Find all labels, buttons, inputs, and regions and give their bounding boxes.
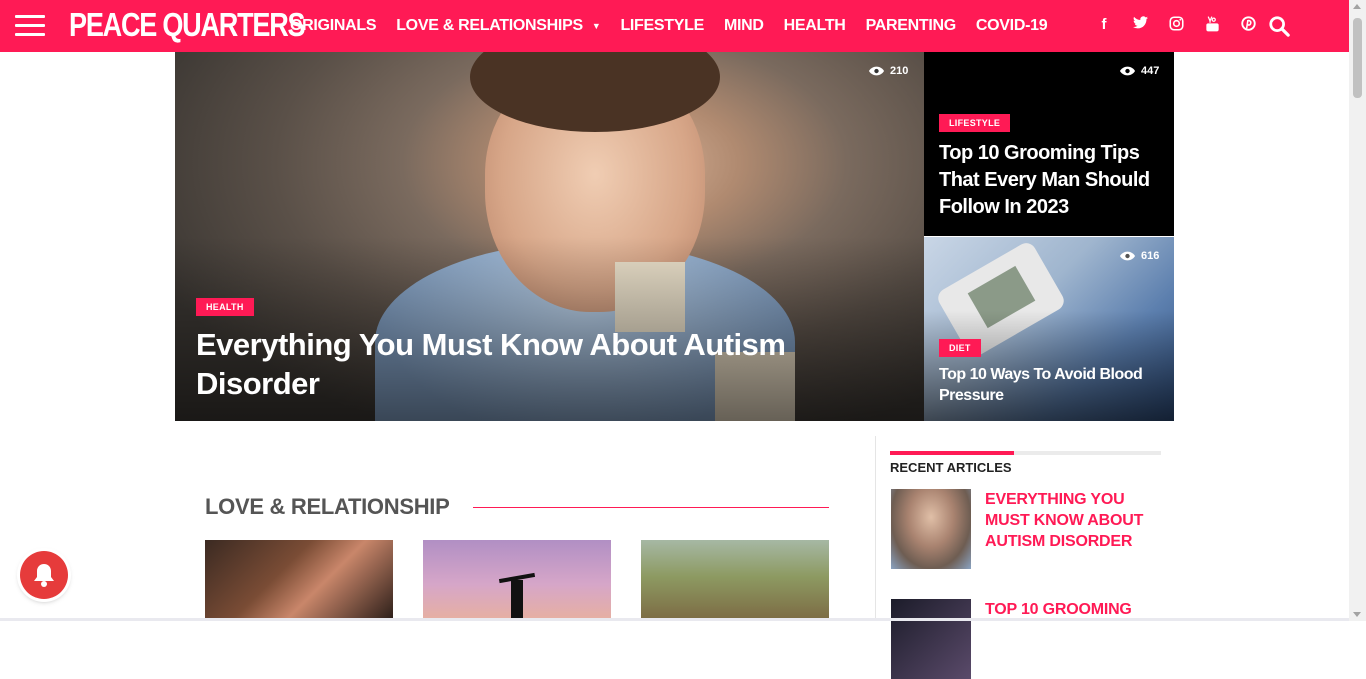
nav-health[interactable]: HEALTH xyxy=(784,17,846,35)
featured-main-title[interactable]: Everything You Must Know About Autism Di… xyxy=(196,325,836,403)
eye-icon xyxy=(869,66,884,76)
eye-icon xyxy=(1120,66,1135,76)
recent-article-title[interactable]: TOP 10 GROOMING xyxy=(985,599,1155,620)
view-count-value: 210 xyxy=(890,65,909,77)
article-thumbnail[interactable] xyxy=(423,540,611,621)
recent-article-title[interactable]: EVERYTHING YOU MUST KNOW ABOUT AUTISM DI… xyxy=(985,489,1155,552)
twitter-icon[interactable] xyxy=(1122,16,1158,36)
category-badge[interactable]: HEALTH xyxy=(196,298,254,316)
scroll-down-icon[interactable] xyxy=(1353,612,1361,617)
scroll-up-icon[interactable] xyxy=(1353,4,1361,9)
featured-side-title[interactable]: Top 10 Ways To Avoid Blood Pressure xyxy=(939,364,1167,406)
view-count-value: 616 xyxy=(1141,250,1160,262)
site-logo[interactable]: PEACE QUARTERS xyxy=(69,6,306,44)
bell-icon xyxy=(34,564,54,587)
nav-label: LIFESTYLE xyxy=(620,17,704,34)
nav-parenting[interactable]: PARENTING xyxy=(865,17,957,35)
nav-originals[interactable]: ORIGINALS xyxy=(290,17,377,35)
article-thumbnail[interactable] xyxy=(205,540,393,621)
section-title: LOVE & RELATIONSHIP xyxy=(205,494,450,519)
category-badge[interactable]: DIET xyxy=(939,339,981,357)
view-count: 616 xyxy=(1120,250,1159,262)
category-badge[interactable]: LIFESTYLE xyxy=(939,114,1011,132)
thumbnail-figure xyxy=(511,580,523,621)
nav-label: HEALTH xyxy=(783,17,846,34)
recent-article-thumbnail[interactable] xyxy=(891,599,971,679)
view-count: 210 xyxy=(869,65,908,77)
nav-lifestyle[interactable]: LIFESTYLE xyxy=(620,17,704,35)
nav-label: LOVE & RELATIONSHIPS xyxy=(396,17,583,34)
section-divider xyxy=(473,507,829,508)
youtube-icon[interactable] xyxy=(1194,16,1230,36)
social-links: f xyxy=(1086,16,1266,36)
eye-icon xyxy=(1120,251,1135,261)
header-bar: PEACE QUARTERS ORIGINALS LOVE & RELATION… xyxy=(0,0,1349,52)
nav-label: MIND xyxy=(723,17,764,34)
nav-label: ORIGINALS xyxy=(290,17,377,34)
nav-label: COVID-19 xyxy=(975,17,1048,34)
nav-label: PARENTING xyxy=(865,17,957,34)
view-count-value: 447 xyxy=(1141,65,1160,77)
main-nav: ORIGINALS LOVE & RELATIONSHIPS ▼ LIFESTYL… xyxy=(290,0,1067,52)
facebook-icon[interactable]: f xyxy=(1086,16,1122,36)
featured-side-card[interactable]: 616 DIET Top 10 Ways To Avoid Blood Pres… xyxy=(924,237,1174,421)
search-icon[interactable] xyxy=(1268,15,1292,39)
instagram-icon[interactable] xyxy=(1158,16,1194,36)
sidebar-heading-bar xyxy=(890,451,1161,455)
scrollbar-thumb[interactable] xyxy=(1353,18,1362,98)
caret-down-icon: ▼ xyxy=(591,21,601,31)
column-divider xyxy=(875,436,876,621)
article-thumbnail[interactable] xyxy=(641,540,829,621)
page-scrollbar[interactable] xyxy=(1349,0,1366,621)
menu-icon[interactable] xyxy=(15,15,45,37)
nav-mind[interactable]: MIND xyxy=(724,17,764,35)
view-count: 447 xyxy=(1120,65,1159,77)
nav-love-relationships[interactable]: LOVE & RELATIONSHIPS ▼ xyxy=(396,17,601,35)
recent-article-thumbnail[interactable] xyxy=(891,489,971,569)
sidebar-title: RECENT ARTICLES xyxy=(890,460,1012,475)
featured-side-title[interactable]: Top 10 Grooming Tips That Every Man Shou… xyxy=(939,140,1167,221)
nav-covid19[interactable]: COVID-19 xyxy=(975,17,1048,35)
featured-side-card[interactable]: 447 LIFESTYLE Top 10 Grooming Tips That … xyxy=(924,52,1174,236)
featured-main-card[interactable]: 210 HEALTH Everything You Must Know Abou… xyxy=(175,52,924,421)
pinterest-icon[interactable] xyxy=(1230,16,1266,36)
notification-bell-button[interactable] xyxy=(20,551,68,599)
